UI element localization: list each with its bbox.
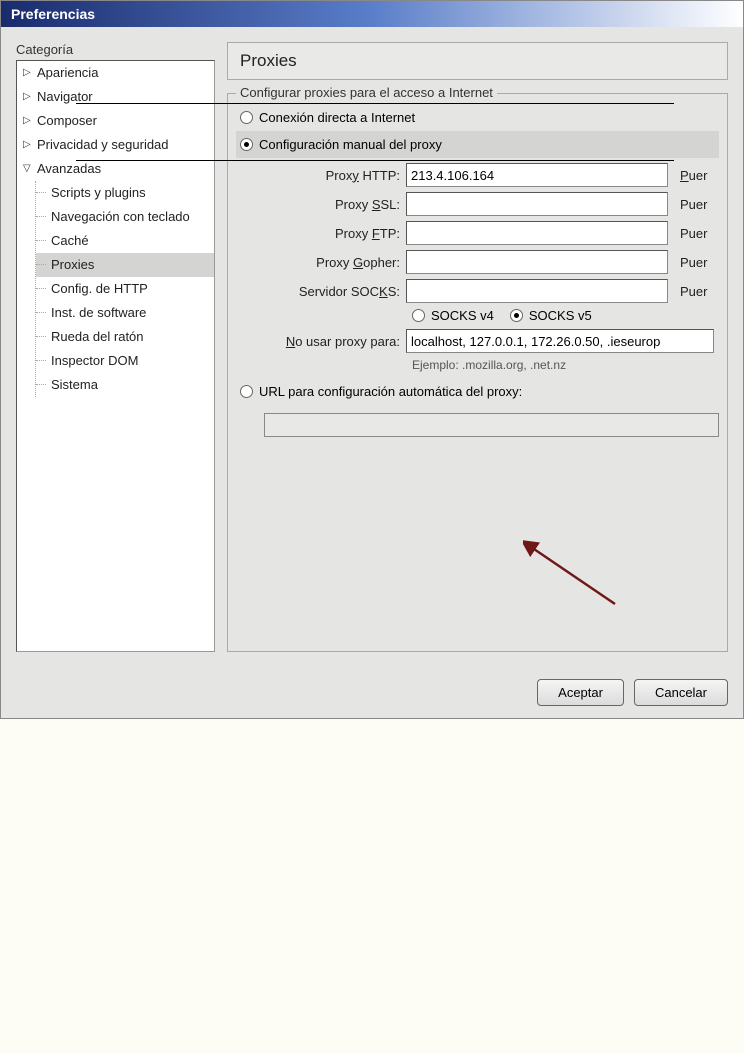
radio-label: SOCKS v5 bbox=[529, 308, 592, 323]
radio-icon bbox=[412, 309, 425, 322]
tree-label: Apariencia bbox=[37, 63, 98, 83]
port-label: Puer bbox=[680, 284, 707, 299]
chevron-right-icon: ▷ bbox=[23, 111, 33, 131]
radio-icon bbox=[240, 385, 253, 398]
tree-label: Inst. de software bbox=[51, 303, 146, 323]
tree-label: Navegación con teclado bbox=[51, 207, 190, 227]
radio-label: Configuración manual del proxy bbox=[259, 137, 442, 152]
tree-label: Scripts y plugins bbox=[51, 183, 146, 203]
port-label: Puer bbox=[680, 255, 707, 270]
radio-socks-v4[interactable]: SOCKS v4 bbox=[412, 308, 494, 323]
category-tree[interactable]: ▷Apariencia ▷Navigator ▷Composer ▷Privac… bbox=[16, 60, 215, 652]
tree-label: Avanzadas bbox=[37, 159, 101, 179]
tree-item-apariencia[interactable]: ▷Apariencia bbox=[17, 61, 214, 85]
tree-label: Inspector DOM bbox=[51, 351, 138, 371]
no-proxy-hint: Ejemplo: .mozilla.org, .net.nz bbox=[412, 358, 719, 372]
port-label: Puer bbox=[680, 226, 707, 241]
category-label: Categoría bbox=[16, 42, 215, 57]
ftp-proxy-label: Proxy FTP: bbox=[256, 226, 406, 241]
tree-item-privacidad[interactable]: ▷Privacidad y seguridad bbox=[17, 133, 214, 157]
no-proxy-label: No usar proxy para: bbox=[256, 334, 406, 349]
no-proxy-input[interactable] bbox=[406, 329, 714, 353]
gopher-proxy-label: Proxy Gopher: bbox=[256, 255, 406, 270]
gopher-proxy-input[interactable] bbox=[406, 250, 668, 274]
port-label: Puer bbox=[680, 197, 707, 212]
port-label: Puer bbox=[680, 168, 707, 183]
tree-label: Sistema bbox=[51, 375, 98, 395]
annotation-line bbox=[76, 160, 674, 161]
chevron-right-icon: ▷ bbox=[23, 135, 33, 155]
tree-item-inspector[interactable]: Inspector DOM bbox=[36, 349, 214, 373]
groupbox-title: Configurar proxies para el acceso a Inte… bbox=[236, 85, 497, 100]
ftp-proxy-input[interactable] bbox=[406, 221, 668, 245]
tree-item-http[interactable]: Config. de HTTP bbox=[36, 277, 214, 301]
radio-label: URL para configuración automática del pr… bbox=[259, 384, 522, 399]
tree-item-navigator[interactable]: ▷Navigator bbox=[17, 85, 214, 109]
radio-icon bbox=[240, 138, 253, 151]
http-proxy-input[interactable] bbox=[406, 163, 668, 187]
chevron-down-icon: ▽ bbox=[23, 159, 33, 179]
tree-item-cache[interactable]: Caché bbox=[36, 229, 214, 253]
radio-icon bbox=[510, 309, 523, 322]
window-titlebar: Preferencias bbox=[1, 1, 743, 27]
tree-item-composer[interactable]: ▷Composer bbox=[17, 109, 214, 133]
cancel-button[interactable]: Cancelar bbox=[634, 679, 728, 706]
tree-label: Proxies bbox=[51, 255, 94, 275]
socks-server-label: Servidor SOCKS: bbox=[256, 284, 406, 299]
tree-label: Privacidad y seguridad bbox=[37, 135, 169, 155]
tree-item-sistema[interactable]: Sistema bbox=[36, 373, 214, 397]
tree-label: Caché bbox=[51, 231, 89, 251]
tree-item-scripts[interactable]: Scripts y plugins bbox=[36, 181, 214, 205]
chevron-right-icon: ▷ bbox=[23, 63, 33, 83]
page-title: Proxies bbox=[227, 42, 728, 80]
tree-item-inst[interactable]: Inst. de software bbox=[36, 301, 214, 325]
tree-label: Rueda del ratón bbox=[51, 327, 144, 347]
radio-manual-proxy[interactable]: Configuración manual del proxy bbox=[236, 131, 719, 158]
radio-label: Conexión directa a Internet bbox=[259, 110, 415, 125]
ssl-proxy-input[interactable] bbox=[406, 192, 668, 216]
auto-config-url-input bbox=[264, 413, 719, 437]
arrow-annotation-icon bbox=[523, 539, 623, 614]
chevron-right-icon: ▷ bbox=[23, 87, 33, 107]
radio-icon bbox=[240, 111, 253, 124]
radio-auto-config[interactable]: URL para configuración automática del pr… bbox=[236, 378, 719, 405]
tree-item-proxies[interactable]: Proxies bbox=[36, 253, 214, 277]
ssl-proxy-label: Proxy SSL: bbox=[256, 197, 406, 212]
http-proxy-label: Proxy HTTP: bbox=[256, 168, 406, 183]
socks-server-input[interactable] bbox=[406, 279, 668, 303]
tree-label: Navigator bbox=[37, 87, 93, 107]
accept-button[interactable]: Aceptar bbox=[537, 679, 624, 706]
tree-item-navegacion[interactable]: Navegación con teclado bbox=[36, 205, 214, 229]
annotation-line bbox=[76, 103, 674, 104]
radio-direct-connection[interactable]: Conexión directa a Internet bbox=[236, 104, 719, 131]
tree-label: Config. de HTTP bbox=[51, 279, 148, 299]
tree-item-rueda[interactable]: Rueda del ratón bbox=[36, 325, 214, 349]
radio-label: SOCKS v4 bbox=[431, 308, 494, 323]
radio-socks-v5[interactable]: SOCKS v5 bbox=[510, 308, 592, 323]
tree-label: Composer bbox=[37, 111, 97, 131]
